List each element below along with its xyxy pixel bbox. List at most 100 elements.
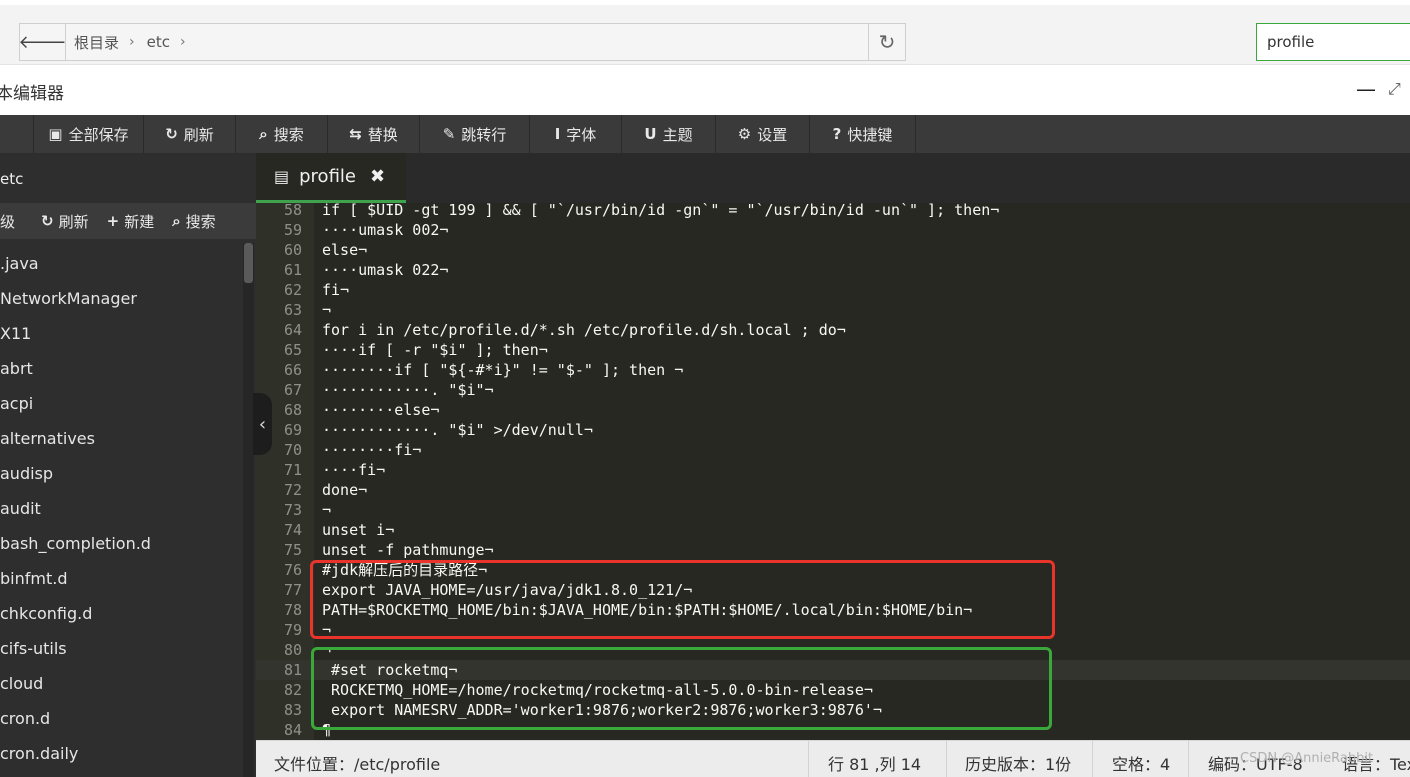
code-line[interactable]: 65 ····if [ -r "$i" ]; then¬ xyxy=(256,340,1410,360)
code-line[interactable]: 58 if [ $UID -gt 199 ] && [ "`/usr/bin/id… xyxy=(256,203,1410,220)
sidebar-item[interactable]: .java xyxy=(0,246,242,281)
code-line[interactable]: 74 unset i¬ xyxy=(256,520,1410,540)
code-line[interactable]: 70 ········fi¬ xyxy=(256,440,1410,460)
code-line[interactable]: 69 ············. "$i" >/dev/null¬ xyxy=(256,420,1410,440)
collapse-sidebar-button[interactable]: ‹ xyxy=(253,393,272,455)
file-icon: ▤ xyxy=(274,167,290,186)
search-icon: ⌕ xyxy=(259,125,268,143)
code-line[interactable]: 73 ¬ xyxy=(256,500,1410,520)
sidebar-item[interactable]: cifs-utils xyxy=(0,631,242,666)
line-number: 83 xyxy=(283,701,302,719)
code-line[interactable]: 62 fi¬ xyxy=(256,280,1410,300)
divider xyxy=(1188,741,1189,777)
history-versions[interactable]: 历史版本：1份 xyxy=(965,751,1071,775)
sidebar-item[interactable]: X11 xyxy=(0,316,242,351)
code-line[interactable]: 61 ····umask 022¬ xyxy=(256,260,1410,280)
line-number: 71 xyxy=(283,461,302,479)
code-text: ····umask 002¬ xyxy=(322,221,449,239)
highlight-box-green xyxy=(311,647,1052,730)
minimize-button[interactable]: — xyxy=(1356,77,1376,101)
sidebar-item[interactable]: binfmt.d xyxy=(0,561,242,596)
line-number: 66 xyxy=(283,361,302,379)
font-icon: I xyxy=(554,125,561,143)
code-line[interactable]: 64 for i in /etc/profile.d/*.sh /etc/prof… xyxy=(256,320,1410,340)
line-number: 59 xyxy=(283,221,302,239)
sidebar-new-button[interactable]: + 新建 xyxy=(107,211,155,232)
sidebar-item[interactable]: audisp xyxy=(0,456,242,491)
file-location: 文件位置：/etc/profile xyxy=(274,755,441,774)
divider xyxy=(1092,741,1093,777)
goto-line-button[interactable]: ✎ 跳转行 xyxy=(420,115,530,153)
status-bar: 文件位置：/etc/profile 行 81 ,列 14 历史版本：1份 空格：… xyxy=(256,740,1410,777)
refresh-button[interactable]: ↻ xyxy=(869,24,905,60)
code-text: done¬ xyxy=(322,481,368,499)
sidebar-actions: 级 ↻ 刷新 + 新建 ⌕ 搜索 xyxy=(0,203,256,239)
sidebar-item[interactable]: cron.d xyxy=(0,701,242,736)
line-number: 60 xyxy=(283,241,302,259)
pin-icon: ✎ xyxy=(442,125,456,143)
code-text: for i in /etc/profile.d/*.sh /etc/profil… xyxy=(322,321,846,339)
tab-profile[interactable]: ▤ profile ✖ xyxy=(256,153,406,203)
maximize-button[interactable]: ⤢ xyxy=(1388,79,1401,99)
code-text: unset i¬ xyxy=(322,521,395,539)
code-line[interactable]: 67 ············. "$i"¬ xyxy=(256,380,1410,400)
divider xyxy=(808,741,809,777)
search-input[interactable] xyxy=(1256,23,1410,61)
line-number: 77 xyxy=(283,581,302,599)
code-line[interactable]: 66 ········if [ "${-#*i}" != "$-" ]; then… xyxy=(256,360,1410,380)
back-button[interactable]: 🡐 xyxy=(18,24,67,60)
sidebar-search-button[interactable]: ⌕ 搜索 xyxy=(172,211,215,232)
sidebar-item[interactable]: cloud xyxy=(0,666,242,701)
line-number: 74 xyxy=(283,521,302,539)
sidebar-item[interactable]: abrt xyxy=(0,351,242,386)
sidebar-action-label: 搜索 xyxy=(185,212,216,231)
indent-setting[interactable]: 空格：4 xyxy=(1112,751,1170,775)
theme-icon: U xyxy=(644,125,657,143)
sidebar-item[interactable]: cron.daily xyxy=(0,736,242,771)
code-line[interactable]: 60 else¬ xyxy=(256,240,1410,260)
sidebar-action-label: 新建 xyxy=(124,212,155,231)
sidebar-item[interactable]: chkconfig.d xyxy=(0,596,242,631)
settings-button[interactable]: ⚙ 设置 xyxy=(716,115,810,153)
toolbar-label: 快捷键 xyxy=(847,125,893,144)
code-line[interactable]: 72 done¬ xyxy=(256,480,1410,500)
sidebar-refresh-button[interactable]: ↻ 刷新 xyxy=(41,211,89,232)
scrollbar-thumb[interactable] xyxy=(244,243,253,283)
close-icon[interactable]: ✖ xyxy=(370,166,385,187)
plus-icon: + xyxy=(106,212,120,230)
sidebar-header: etc xyxy=(0,153,256,203)
code-line[interactable]: 68 ········else¬ xyxy=(256,400,1410,420)
breadcrumb-etc[interactable]: etc xyxy=(147,33,170,51)
sidebar-item[interactable]: alternatives xyxy=(0,421,242,456)
replace-button[interactable]: ⇆ 替换 xyxy=(328,115,420,153)
shortcuts-button[interactable]: ? 快捷键 xyxy=(810,115,916,153)
watermark: CSDN @AnnieRabbit xyxy=(1240,751,1374,766)
window-title-bar: 本编辑器 — ⤢ xyxy=(0,65,1410,115)
code-text: ········fi¬ xyxy=(322,441,422,459)
sidebar-item[interactable]: bash_completion.d xyxy=(0,526,242,561)
sidebar-scrollbar[interactable] xyxy=(243,243,254,777)
sidebar-item[interactable]: acpi xyxy=(0,386,242,421)
sidebar-item[interactable]: NetworkManager xyxy=(0,281,242,316)
editor-tab-strip: ▤ profile ✖ xyxy=(256,153,1410,203)
breadcrumb-root[interactable]: 根目录 xyxy=(74,32,119,53)
parent-level-button[interactable]: 级 xyxy=(0,211,15,232)
code-line[interactable]: 71 ····fi¬ xyxy=(256,460,1410,480)
font-button[interactable]: I 字体 xyxy=(530,115,622,153)
code-line[interactable]: 59 ····umask 002¬ xyxy=(256,220,1410,240)
refresh-icon: ↻ xyxy=(878,30,896,54)
arrow-left-icon: 🡐 xyxy=(18,31,67,53)
search-button[interactable]: ⌕ 搜索 xyxy=(236,115,328,153)
line-number: 82 xyxy=(283,681,302,699)
window-title: 本编辑器 xyxy=(0,84,64,104)
refresh-file-button[interactable]: ↻ 刷新 xyxy=(144,115,236,153)
tab-label: profile xyxy=(299,166,356,187)
save-all-button[interactable]: ▣ 全部保存 xyxy=(34,115,144,153)
theme-button[interactable]: U 主题 xyxy=(622,115,716,153)
breadcrumb: 根目录 › etc › xyxy=(66,24,869,60)
code-line[interactable]: 75 unset -f pathmunge¬ xyxy=(256,540,1410,560)
code-line[interactable]: 63 ¬ xyxy=(256,300,1410,320)
sidebar-item[interactable]: audit xyxy=(0,491,242,526)
cursor-position[interactable]: 行 81 ,列 14 xyxy=(828,751,921,775)
code-text: unset -f pathmunge¬ xyxy=(322,541,494,559)
